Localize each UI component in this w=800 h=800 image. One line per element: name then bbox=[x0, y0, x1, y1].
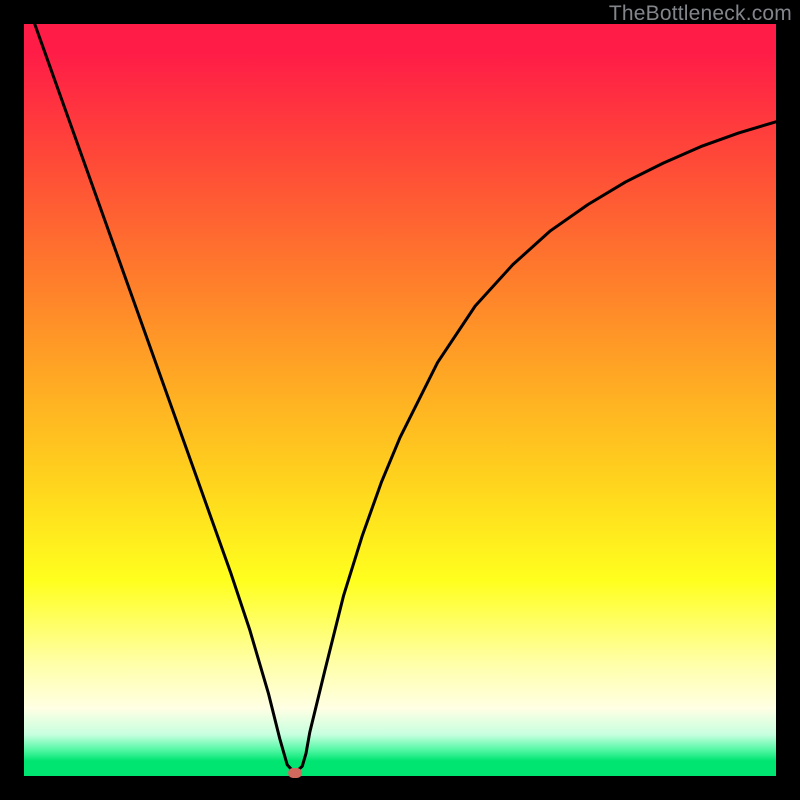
watermark-text: TheBottleneck.com bbox=[609, 2, 792, 26]
optimum-marker bbox=[288, 768, 302, 778]
chart-outer-frame: TheBottleneck.com bbox=[0, 0, 800, 800]
bottleneck-curve bbox=[24, 24, 776, 776]
chart-plot-area bbox=[24, 24, 776, 776]
